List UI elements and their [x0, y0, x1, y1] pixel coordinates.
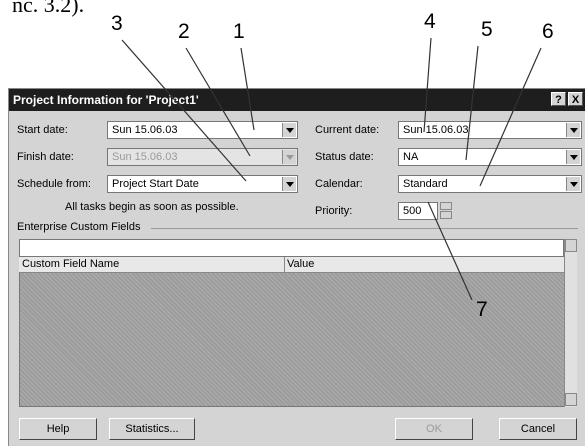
leader-line-6 — [479, 47, 542, 187]
leader-line-3 — [121, 39, 247, 182]
callout-1: 1 — [233, 20, 245, 43]
callout-6: 6 — [542, 20, 554, 43]
leader-line-1 — [240, 47, 255, 131]
callout-4: 4 — [424, 10, 436, 33]
callout-2: 2 — [178, 20, 190, 43]
callout-3: 3 — [111, 12, 123, 35]
callout-leader-lines — [121, 37, 542, 301]
leader-line-2 — [185, 47, 251, 157]
callout-5: 5 — [481, 18, 493, 41]
callout-7: 7 — [476, 298, 488, 321]
leader-line-5 — [465, 45, 479, 161]
leader-line-7 — [427, 201, 473, 301]
leader-line-4 — [423, 37, 432, 133]
